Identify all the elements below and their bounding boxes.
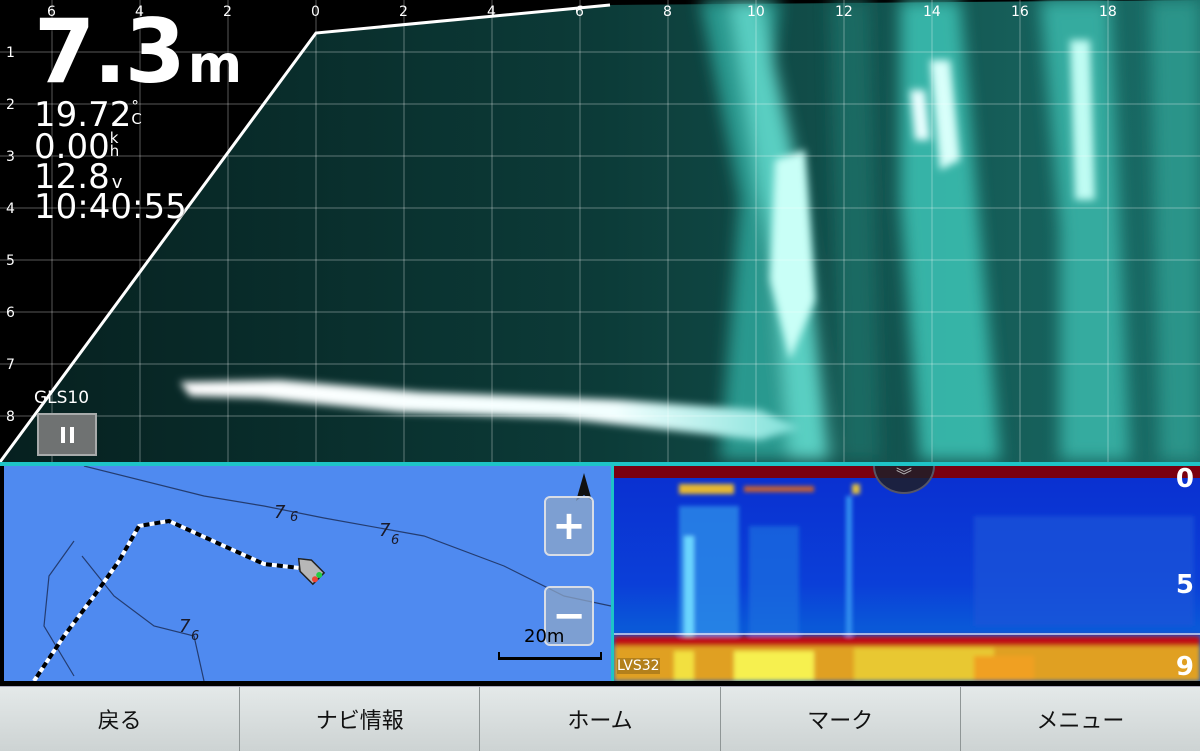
range-tick: 14 — [923, 4, 941, 20]
contour-label: 6 — [191, 629, 199, 644]
depth-unit: m — [187, 35, 242, 95]
speed-unit-bottom: h — [109, 142, 120, 160]
echogram-depth-mid: 5 — [1175, 570, 1194, 600]
depth-tick: 3 — [6, 149, 15, 165]
temperature-unit-bottom: C — [131, 110, 142, 128]
pause-icon — [60, 426, 65, 443]
track-line-dark — [32, 518, 301, 681]
pause-button[interactable] — [37, 413, 97, 456]
depth-tick: 8 — [6, 409, 15, 425]
mark-button[interactable]: マーク — [720, 687, 961, 751]
echogram-canvas — [614, 466, 1200, 681]
echogram-depth-bottom: 9 — [1175, 652, 1194, 681]
range-tick: 6 — [575, 4, 584, 20]
chart-map-view[interactable]: 7 6 7 6 7 6 + − 20m — [4, 466, 611, 681]
range-tick: 8 — [663, 4, 672, 20]
side-scan-sonar-view[interactable]: 6 4 2 0 2 4 6 8 10 12 14 16 18 1 2 3 4 5… — [0, 0, 1200, 462]
track-line — [32, 518, 301, 681]
depth-tick: 1 — [6, 45, 15, 61]
map-scale-bar — [498, 652, 602, 660]
depth-value: 7.3 — [34, 0, 186, 103]
menu-button[interactable]: メニュー — [960, 687, 1200, 751]
chevron-double-down-icon: ︾ — [895, 466, 912, 485]
range-tick: 18 — [1099, 4, 1117, 20]
range-tick: 12 — [835, 4, 853, 20]
zoom-in-button[interactable]: + — [544, 496, 594, 556]
back-button[interactable]: 戻る — [0, 687, 241, 751]
depth-contour — [83, 466, 611, 607]
echogram-depth-top: 0 — [1175, 466, 1194, 494]
depth-tick: 6 — [6, 305, 15, 321]
navi-info-button[interactable]: ナビ情報 — [240, 687, 481, 751]
home-button[interactable]: ホーム — [480, 687, 721, 751]
depth-tick: 5 — [6, 253, 15, 269]
range-tick: 2 — [399, 4, 408, 20]
map-scale-label: 20m — [524, 626, 565, 647]
depth-tick: 2 — [6, 97, 15, 113]
contour-label: 7 — [179, 616, 191, 637]
pause-icon-bar — [69, 426, 74, 443]
contour-label: 6 — [391, 533, 399, 548]
contour-label: 7 — [379, 520, 391, 541]
contour-label: 7 — [274, 502, 286, 523]
range-tick: 4 — [487, 4, 496, 20]
contour-label: 6 — [290, 510, 298, 525]
map-canvas: 7 6 7 6 7 6 — [32, 466, 611, 681]
echogram-transducer-label: LVS32 — [617, 658, 660, 674]
echogram-view[interactable]: ︾ 0 5 9 LVS32 — [614, 466, 1200, 681]
depth-tick: 7 — [6, 357, 15, 373]
depth-tick: 4 — [6, 201, 15, 217]
range-tick: 10 — [747, 4, 765, 20]
range-tick: 16 — [1011, 4, 1029, 20]
clock-readout: 10:40:55 — [34, 187, 187, 227]
bottom-toolbar: 戻る ナビ情報 ホーム マーク メニュー — [0, 686, 1200, 751]
range-tick: 0 — [311, 4, 320, 20]
depth-readout: 7.3m — [34, 8, 242, 109]
transducer-label: GLS10 — [34, 388, 90, 408]
